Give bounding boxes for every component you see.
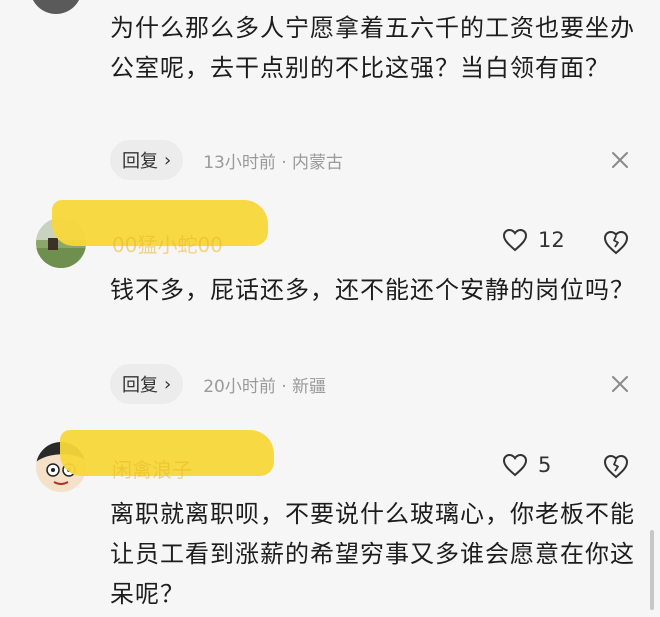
heart-icon	[502, 228, 528, 252]
comment-meta: 13小时前 · 内蒙古	[203, 152, 344, 173]
reply-label: 回复	[122, 375, 158, 396]
comment-text: 钱不多，屁话还多，还不能还个安静的岗位吗？	[110, 276, 635, 304]
comment-meta: 20小时前 · 新疆	[203, 376, 327, 397]
like-button[interactable]: 12	[502, 228, 565, 252]
comment-text: 为什么那么多人宁愿拿着五六千的工资也要坐办公室呢，去干点别的不比这强？当白领有面…	[110, 14, 635, 82]
chevron-right-icon: ›	[164, 149, 172, 171]
reply-button[interactable]: 回复 ›	[110, 140, 184, 180]
reply-label: 回复	[122, 151, 158, 172]
reply-row: 回复 › 20小时前 · 新疆	[110, 364, 326, 404]
chevron-right-icon: ›	[164, 373, 172, 395]
heart-icon	[502, 453, 528, 477]
like-count: 12	[538, 228, 565, 252]
like-button[interactable]: 5	[502, 453, 551, 477]
reply-button[interactable]: 回复 ›	[110, 364, 184, 404]
like-count: 5	[538, 453, 552, 477]
heart-broken-icon[interactable]	[602, 452, 630, 480]
heart-broken-icon[interactable]	[602, 228, 630, 256]
scrollbar[interactable]	[650, 530, 654, 610]
comment-text: 离职就离职呗，不要说什么玻璃心，你老板不能让员工看到涨薪的希望穷事又多谁会愿意在…	[110, 500, 635, 608]
avatar[interactable]	[30, 0, 82, 14]
close-icon[interactable]	[606, 146, 634, 174]
close-icon[interactable]	[606, 370, 634, 398]
username[interactable]: 闲禽浪子	[112, 454, 192, 483]
reply-row: 回复 › 13小时前 · 内蒙古	[110, 140, 343, 180]
username[interactable]: 00猛小蛇00	[112, 229, 223, 258]
